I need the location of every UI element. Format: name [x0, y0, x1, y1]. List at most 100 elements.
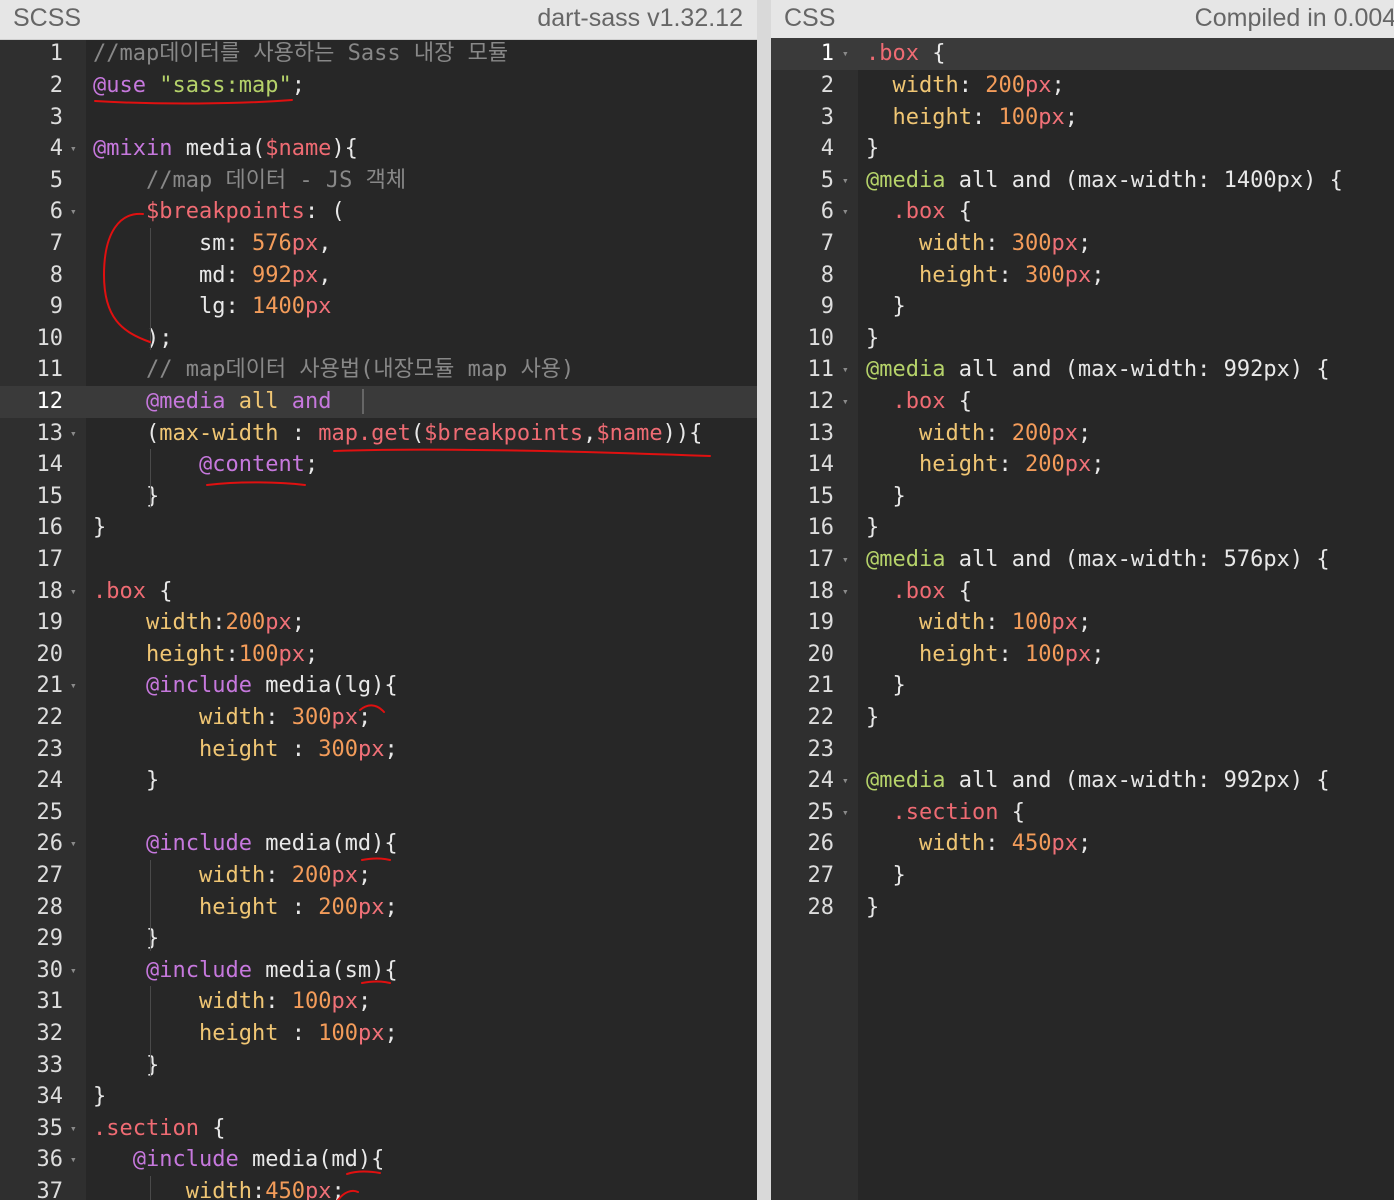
line-number[interactable]: 37: [0, 1176, 64, 1200]
fold-toggle-icon[interactable]: ▾: [842, 38, 849, 70]
line-number[interactable]: 16: [0, 512, 64, 544]
line-number[interactable]: 26: [771, 828, 835, 860]
css-code-editor[interactable]: 1 ▾ .box {2 width: 200px; 3 height: 100px; 4…: [771, 38, 1394, 1200]
line-number[interactable]: 35: [0, 1113, 64, 1145]
line-number[interactable]: 19: [771, 607, 835, 639]
line-number[interactable]: 25: [771, 797, 835, 829]
code-line[interactable]: 34}: [0, 1081, 757, 1113]
code-line[interactable]: 8 height: 300px;: [771, 260, 1394, 292]
line-number[interactable]: 15: [771, 481, 835, 513]
line-number[interactable]: 24: [771, 765, 835, 797]
fold-toggle-icon[interactable]: ▾: [842, 576, 849, 608]
line-number[interactable]: 16: [771, 512, 835, 544]
code-line[interactable]: 35 ▾ .section {: [0, 1113, 757, 1145]
code-line[interactable]: 16}: [771, 512, 1394, 544]
code-line[interactable]: 21 }: [771, 670, 1394, 702]
compiler-version-label[interactable]: dart-sass v1.32.12: [537, 4, 743, 33]
code-line[interactable]: 6 ▾ $breakpoints: (: [0, 196, 757, 228]
code-line[interactable]: 25: [0, 797, 757, 829]
code-line[interactable]: 4}: [771, 133, 1394, 165]
code-line[interactable]: 30 ▾ @include media(sm){: [0, 955, 757, 987]
fold-toggle-icon[interactable]: ▾: [842, 544, 849, 576]
code-line[interactable]: 19 width:200px;: [0, 607, 757, 639]
line-number[interactable]: 5: [771, 165, 834, 197]
code-line[interactable]: 12 ▾ .box {: [771, 386, 1394, 418]
code-line[interactable]: 19 width: 100px;: [771, 607, 1394, 639]
code-line[interactable]: 33 }: [0, 1050, 757, 1082]
fold-toggle-icon[interactable]: ▾: [70, 418, 77, 450]
code-line[interactable]: 15 }: [0, 481, 757, 513]
code-line[interactable]: 27 }: [771, 860, 1394, 892]
line-number[interactable]: 6: [0, 196, 63, 228]
code-line[interactable]: 36 ▾ @include media(md){: [0, 1144, 757, 1176]
line-number[interactable]: 22: [771, 702, 835, 734]
line-number[interactable]: 11: [771, 354, 835, 386]
code-line[interactable]: 3 height: 100px;: [771, 102, 1394, 134]
fold-toggle-icon[interactable]: ▾: [842, 765, 849, 797]
code-line[interactable]: 28 height : 200px;: [0, 892, 757, 924]
code-line[interactable]: 9 }: [771, 291, 1394, 323]
code-line[interactable]: 24 ▾ @media all and (max-width: 992px) {: [771, 765, 1394, 797]
line-number[interactable]: 27: [771, 860, 835, 892]
code-line[interactable]: 4 ▾ @mixin media($name){: [0, 133, 757, 165]
line-number[interactable]: 12: [0, 386, 64, 418]
line-number[interactable]: 14: [0, 449, 64, 481]
code-line[interactable]: 15 }: [771, 481, 1394, 513]
fold-toggle-icon[interactable]: ▾: [842, 354, 849, 386]
code-line[interactable]: 14 @content;: [0, 449, 757, 481]
code-line[interactable]: 18 ▾ .box {: [0, 576, 757, 608]
code-line[interactable]: 29 }: [0, 923, 757, 955]
fold-toggle-icon[interactable]: ▾: [70, 576, 77, 608]
code-line[interactable]: 5 //map 데이터 - JS 객체: [0, 165, 757, 197]
line-number[interactable]: 11: [0, 354, 64, 386]
line-number[interactable]: 33: [0, 1050, 64, 1082]
code-line[interactable]: 20 height: 100px;: [771, 639, 1394, 671]
fold-toggle-icon[interactable]: ▾: [70, 955, 77, 987]
line-number[interactable]: 17: [0, 544, 64, 576]
code-line[interactable]: 31 width: 100px;: [0, 986, 757, 1018]
fold-toggle-icon[interactable]: ▾: [70, 133, 77, 165]
line-number[interactable]: 24: [0, 765, 64, 797]
line-number[interactable]: 2: [771, 70, 834, 102]
code-line[interactable]: 9 lg: 1400px: [0, 291, 757, 323]
line-number[interactable]: 31: [0, 986, 64, 1018]
fold-toggle-icon[interactable]: ▾: [842, 165, 849, 197]
fold-toggle-icon[interactable]: ▾: [70, 1144, 77, 1176]
code-line[interactable]: 24 }: [0, 765, 757, 797]
panel-splitter[interactable]: [757, 0, 771, 1200]
code-line[interactable]: 18 ▾ .box {: [771, 576, 1394, 608]
code-line[interactable]: 5 ▾ @media all and (max-width: 1400px) {: [771, 165, 1394, 197]
line-number[interactable]: 10: [0, 323, 64, 355]
code-line[interactable]: 13 width: 200px;: [771, 418, 1394, 450]
line-number[interactable]: 8: [771, 260, 834, 292]
line-number[interactable]: 5: [0, 165, 63, 197]
code-line[interactable]: 14 height: 200px;: [771, 449, 1394, 481]
fold-toggle-icon[interactable]: ▾: [842, 196, 849, 228]
code-line[interactable]: 23 height : 300px;: [0, 734, 757, 766]
code-line[interactable]: 11 ▾ @media all and (max-width: 992px) {: [771, 354, 1394, 386]
line-number[interactable]: 34: [0, 1081, 64, 1113]
code-line[interactable]: 27 width: 200px;: [0, 860, 757, 892]
fold-toggle-icon[interactable]: ▾: [70, 196, 77, 228]
code-line[interactable]: 26 width: 450px;: [771, 828, 1394, 860]
line-number[interactable]: 28: [771, 892, 835, 924]
line-number[interactable]: 28: [0, 892, 64, 924]
code-line[interactable]: 21 ▾ @include media(lg){: [0, 670, 757, 702]
line-number[interactable]: 19: [0, 607, 64, 639]
fold-toggle-icon[interactable]: ▾: [70, 670, 77, 702]
code-line[interactable]: 26 ▾ @include media(md){: [0, 828, 757, 860]
line-number[interactable]: 7: [771, 228, 834, 260]
line-number[interactable]: 25: [0, 797, 64, 829]
line-number[interactable]: 1: [771, 38, 834, 70]
code-line[interactable]: 3: [0, 102, 757, 134]
code-line[interactable]: 2 @use "sass:map";: [0, 70, 757, 102]
line-number[interactable]: 13: [0, 418, 64, 450]
scss-code-editor[interactable]: 1 //map데이터를 사용하는 Sass 내장 모듈 2 @use "sass:ma…: [0, 40, 757, 1200]
line-number[interactable]: 12: [771, 386, 835, 418]
code-line[interactable]: 11 // map데이터 사용법(내장모듈 map 사용): [0, 354, 757, 386]
line-number[interactable]: 4: [771, 133, 834, 165]
line-number[interactable]: 17: [771, 544, 835, 576]
code-line[interactable]: 8 md: 992px,: [0, 260, 757, 292]
code-line[interactable]: 37 width:450px;: [0, 1176, 757, 1200]
line-number[interactable]: 20: [0, 639, 64, 671]
